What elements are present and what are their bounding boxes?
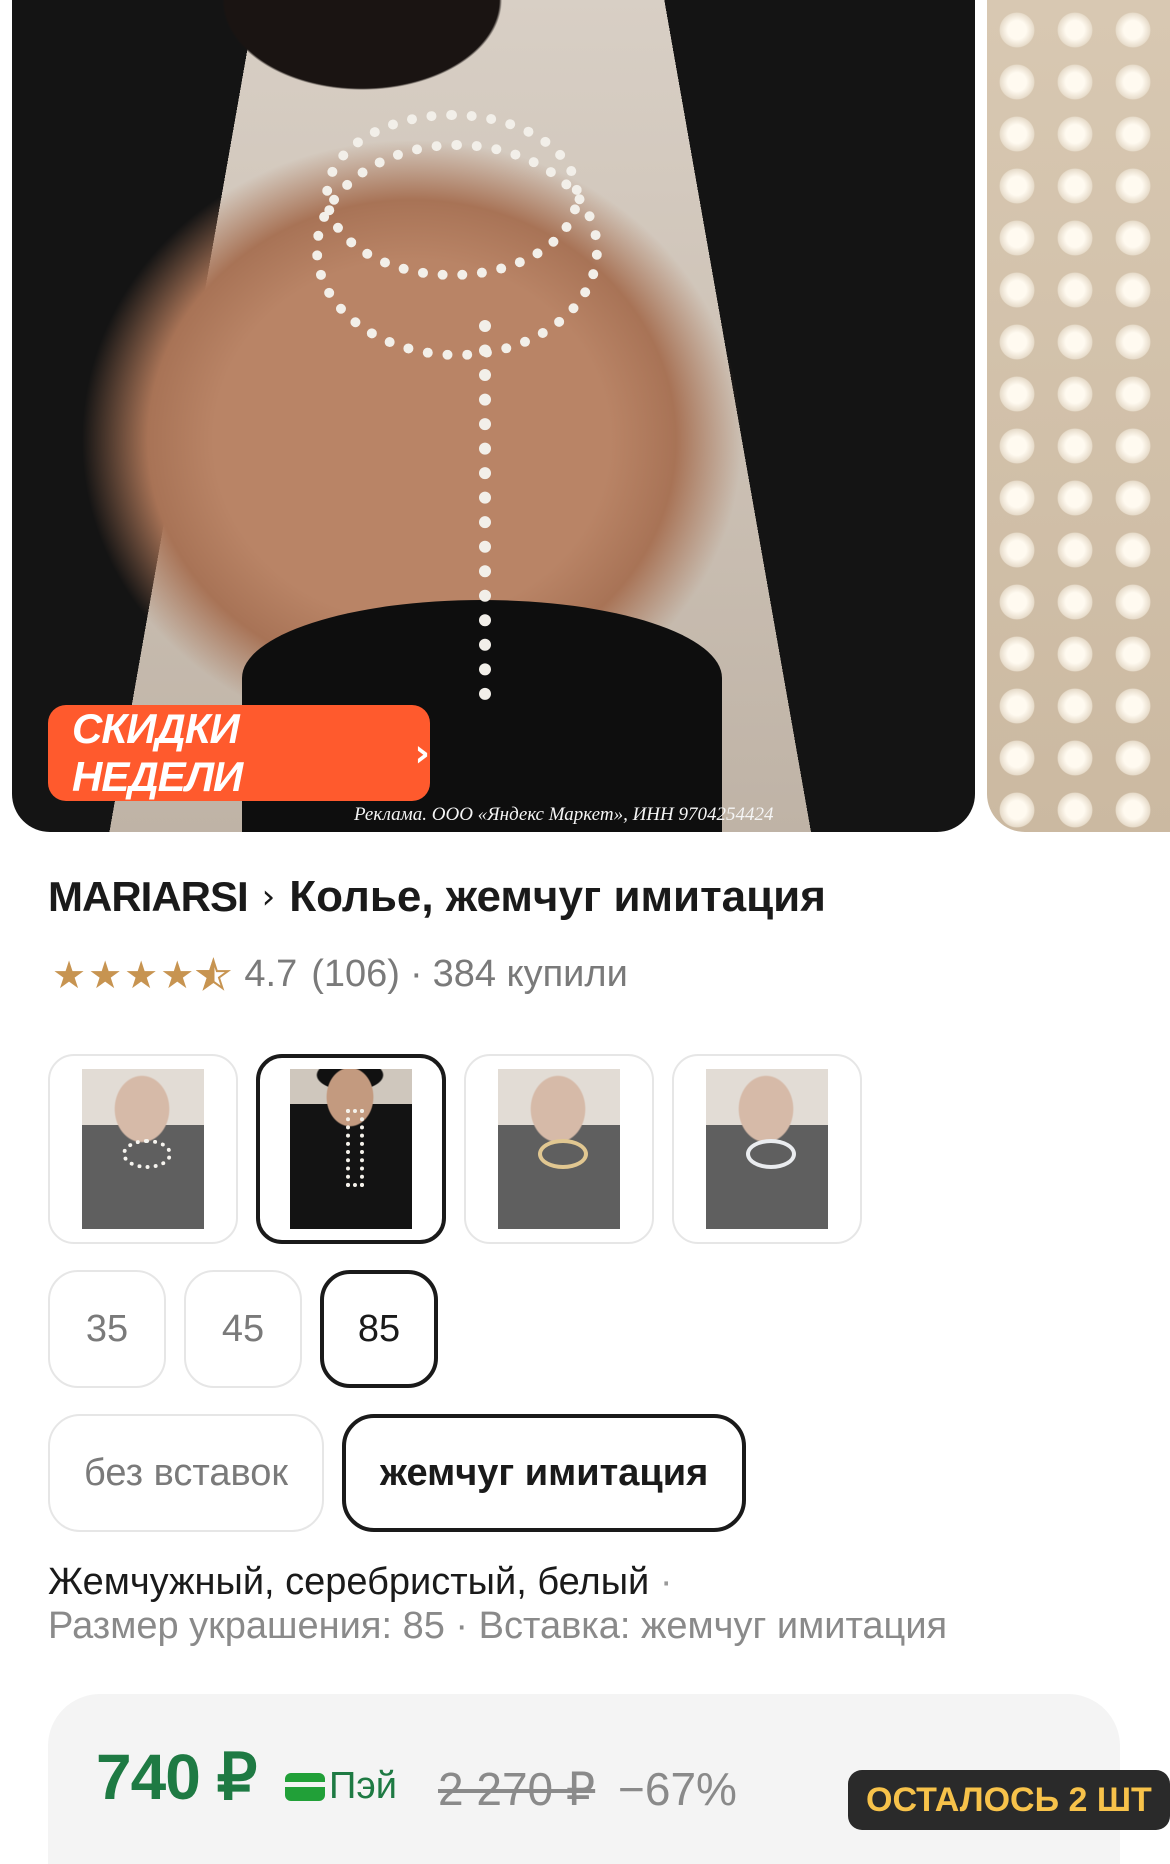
- price-current: 740 ₽: [96, 1741, 257, 1813]
- size-selector: 35 45 85: [48, 1270, 438, 1388]
- colors-text: Жемчужный, серебристый, белый: [48, 1561, 650, 1603]
- rating-row[interactable]: ★ ★ ★ ★ ★ 4.7 (106) · 384 купили: [52, 953, 628, 996]
- brand-link[interactable]: MARIARSI: [48, 873, 249, 921]
- pearl-strand: [312, 140, 602, 360]
- separator: ·: [409, 953, 423, 995]
- separator: ·: [659, 1561, 673, 1603]
- thumb-image: [82, 1069, 204, 1229]
- promo-badge-label: СКИДКИ НЕДЕЛИ: [72, 705, 243, 800]
- bought-count: 384 купили: [432, 953, 628, 995]
- insert-option-pearl-selected[interactable]: жемчуг имитация: [342, 1414, 747, 1532]
- size-option-35[interactable]: 35: [48, 1270, 166, 1388]
- star-icon: ★: [52, 952, 87, 997]
- insert-selector: без вставок жемчуг имитация: [48, 1414, 747, 1532]
- variant-thumb-multistrand[interactable]: [48, 1054, 238, 1244]
- reviews-count[interactable]: (106): [311, 953, 400, 996]
- product-photo-next[interactable]: [987, 0, 1170, 832]
- product-gallery[interactable]: СКИДКИ НЕДЕЛИ › Реклама. ООО «Яндекс Мар…: [12, 0, 1170, 832]
- product-title: Колье, жемчуг имитация: [289, 872, 826, 921]
- rating-stars: ★ ★ ★ ★ ★: [52, 952, 231, 997]
- discount-percent: −67%: [618, 1763, 737, 1815]
- size-option-85-selected[interactable]: 85: [320, 1270, 438, 1388]
- description-colors: Жемчужный, серебристый, белый ·: [48, 1560, 947, 1604]
- promo-badge[interactable]: СКИДКИ НЕДЕЛИ ›: [48, 705, 430, 801]
- variant-thumbnails: [48, 1054, 862, 1244]
- thumb-image: [706, 1069, 828, 1229]
- variant-thumb-gold-chain[interactable]: [464, 1054, 654, 1244]
- ad-disclaimer: Реклама. ООО «Яндекс Маркет», ИНН 970425…: [354, 804, 774, 825]
- variant-thumb-silver-chain[interactable]: [672, 1054, 862, 1244]
- variant-thumb-lariat-selected[interactable]: [256, 1054, 446, 1244]
- pay-method[interactable]: Пэй: [285, 1765, 397, 1808]
- thumb-image: [290, 1069, 412, 1229]
- rating-value: 4.7: [244, 953, 298, 995]
- chevron-right-icon: ›: [261, 877, 276, 917]
- star-icon: ★: [88, 952, 123, 997]
- chevron-right-icon: ›: [414, 731, 430, 775]
- card-icon: [285, 1772, 325, 1801]
- thumb-necklace: [746, 1139, 796, 1169]
- star-icon: ★: [124, 952, 159, 997]
- pay-label: Пэй: [329, 1765, 397, 1807]
- product-description: Жемчужный, серебристый, белый · Размер у…: [48, 1560, 947, 1648]
- pearl-drop: [479, 320, 503, 700]
- price-old: 2 270 ₽: [438, 1763, 596, 1815]
- insert-option-none[interactable]: без вставок: [48, 1414, 325, 1532]
- description-specs: Размер украшения: 85 · Вставка: жемчуг и…: [48, 1605, 948, 1647]
- thumb-necklace: [122, 1139, 172, 1169]
- thumb-necklace: [346, 1109, 364, 1187]
- size-option-45[interactable]: 45: [184, 1270, 302, 1388]
- star-half-icon: ★: [195, 952, 231, 997]
- stock-badge: ОСТАЛОСЬ 2 ШТ: [848, 1770, 1170, 1830]
- thumb-image: [498, 1069, 620, 1229]
- star-icon: ★: [160, 952, 195, 997]
- thumb-necklace: [538, 1139, 588, 1169]
- product-title-row: MARIARSI › Колье, жемчуг имитация: [48, 872, 826, 922]
